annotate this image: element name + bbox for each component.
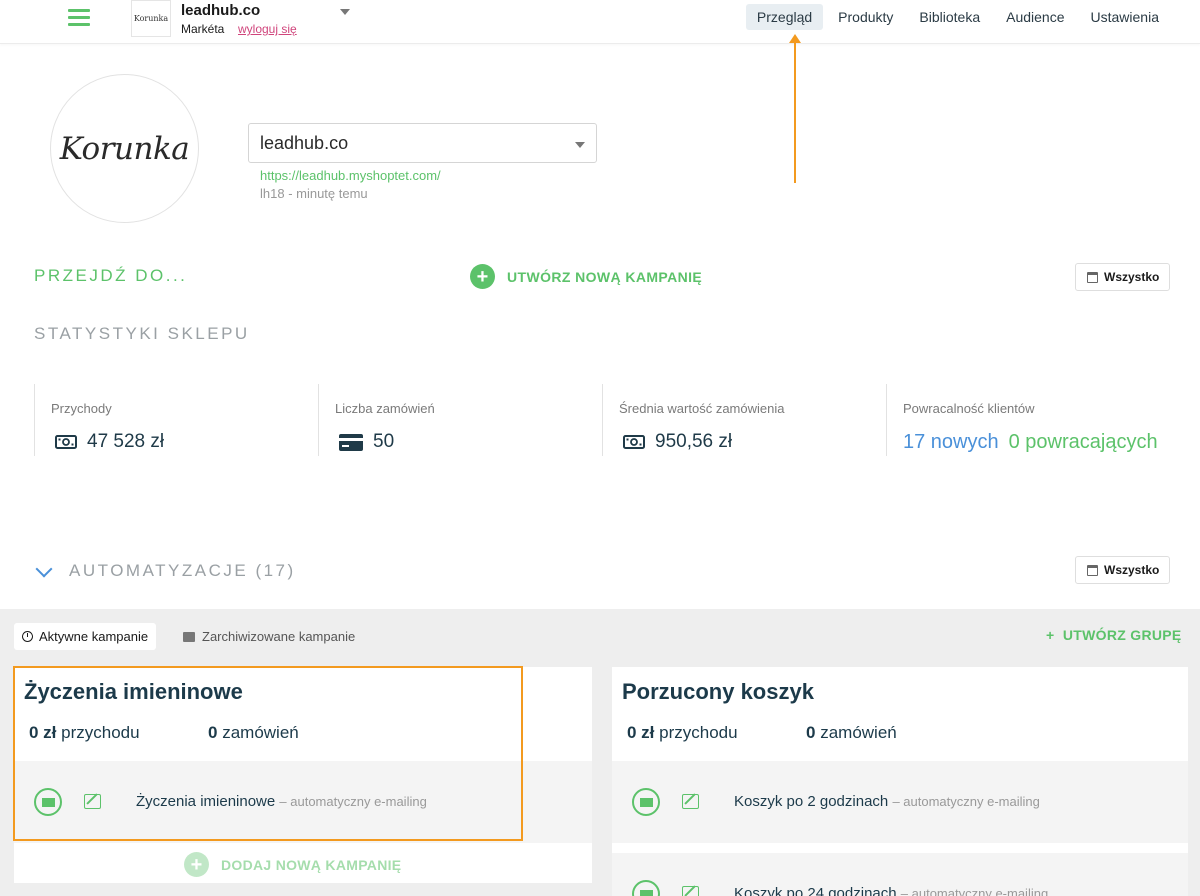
- revenue-value: 0 zł: [627, 723, 655, 742]
- logout-link[interactable]: wyloguj się: [238, 22, 297, 36]
- calendar-icon: [1087, 564, 1098, 576]
- stat-orders: Liczba zamówień 50: [318, 384, 602, 456]
- campaign-title: Koszyk po 2 godzinach: [734, 793, 889, 810]
- shop-logo-thumbnail: Korunka: [131, 0, 171, 37]
- shop-sync-status: lh18 - minutę temu: [260, 186, 368, 201]
- plus-icon: +: [1046, 627, 1063, 643]
- stat-label: Powracalność klientów: [903, 401, 1035, 416]
- create-group-button[interactable]: + UTWÓRZ GRUPĘ: [1046, 627, 1182, 643]
- shop-name: leadhub.co: [181, 2, 261, 19]
- create-campaign-button[interactable]: + UTWÓRZ NOWĄ KAMPANIĘ: [470, 264, 702, 289]
- campaign-name[interactable]: Życzenia imieninowe – automatyczny e-mai…: [136, 793, 427, 810]
- goto-menu[interactable]: PRZEJDŹ DO...: [34, 266, 187, 286]
- campaign-title: Życzenia imieninowe: [136, 793, 276, 810]
- shop-select-value: leadhub.co: [260, 133, 349, 153]
- shop-switcher-caret-icon[interactable]: [340, 9, 350, 15]
- card-title[interactable]: Porzucony koszyk: [622, 679, 814, 705]
- create-group-label: UTWÓRZ GRUPĘ: [1062, 627, 1182, 643]
- automation-card: Życzenia imieninowe 0 zł przychodu 0 zam…: [14, 667, 592, 883]
- nav-item-audience[interactable]: Audience: [995, 4, 1075, 30]
- collapse-chevron-icon[interactable]: [35, 560, 53, 578]
- archive-icon: [183, 631, 195, 642]
- add-campaign-label: DODAJ NOWĄ KAMPANIĘ: [221, 856, 402, 873]
- user-name: Markéta: [181, 22, 225, 36]
- annotation-arrow-line: [794, 40, 796, 183]
- top-navigation-bar: Korunka leadhub.co Markéta wyloguj się P…: [0, 0, 1200, 44]
- tab-label: Zarchiwizowane kampanie: [202, 629, 356, 644]
- nav-item-ustawienia[interactable]: Ustawienia: [1080, 4, 1170, 30]
- tab-archived-campaigns[interactable]: Zarchiwizowane kampanie: [175, 623, 363, 650]
- stat-label: Liczba zamówień: [335, 401, 435, 416]
- hamburger-menu-icon[interactable]: [68, 9, 90, 27]
- automation-card: Porzucony koszyk 0 zł przychodu 0 zamówi…: [612, 667, 1188, 896]
- orders-value: 0: [208, 723, 218, 742]
- stats-panel: Przychody 47 528 zł Liczba zamówień 50 Ś…: [34, 384, 1170, 456]
- orders-label: zamówień: [820, 723, 897, 742]
- card-title[interactable]: Życzenia imieninowe: [24, 679, 243, 705]
- date-filter-label: Wszystko: [1104, 270, 1160, 284]
- stat-value: 47 528 zł: [87, 431, 165, 452]
- card-revenue: 0 zł przychodu: [29, 723, 140, 743]
- plus-icon: +: [470, 264, 495, 289]
- stats-section-title: STATYSTYKI SKLEPU: [34, 324, 250, 343]
- nav-item-przeglad[interactable]: Przegląd: [745, 4, 824, 30]
- campaign-row[interactable]: Koszyk po 2 godzinach – automatyczny e-m…: [612, 761, 1188, 843]
- revenue-value: 0 zł: [29, 723, 57, 742]
- campaign-name[interactable]: Koszyk po 24 godzinach – automatyczny e-…: [734, 885, 1048, 896]
- automations-section-title: AUTOMATYZACJE (17): [69, 561, 296, 580]
- add-campaign-button[interactable]: + DODAJ NOWĄ KAMPANIĘ: [184, 852, 401, 877]
- stat-revenue: Przychody 47 528 zł: [34, 384, 318, 456]
- annotation-arrow-head-icon: [789, 34, 801, 43]
- nav-item-produkty[interactable]: Produkty: [827, 4, 904, 30]
- clock-icon: [22, 631, 33, 642]
- revenue-label: przychodu: [61, 723, 140, 742]
- edit-icon[interactable]: [84, 794, 101, 809]
- money-icon: [55, 434, 77, 450]
- chevron-down-icon: [575, 142, 585, 148]
- tab-label: Aktywne kampanie: [39, 629, 149, 644]
- card-orders: 0 zamówień: [208, 723, 299, 743]
- edit-icon[interactable]: [682, 794, 699, 809]
- orders-value: 0: [806, 723, 816, 742]
- date-filter-button[interactable]: Wszystko: [1075, 263, 1170, 291]
- stat-label: Przychody: [51, 401, 112, 416]
- stat-retention: Powracalność klientów 17 nowych 0 powrac…: [886, 384, 1170, 456]
- calendar-icon: [1087, 271, 1098, 283]
- date-filter-label: Wszystko: [1104, 563, 1160, 577]
- automations-date-filter-button[interactable]: Wszystko: [1075, 556, 1170, 584]
- edit-icon[interactable]: [682, 886, 699, 896]
- money-icon: [623, 434, 645, 450]
- main-nav: Przegląd Produkty Biblioteka Audience Us…: [742, 4, 1170, 30]
- tab-active-campaigns[interactable]: Aktywne kampanie: [14, 623, 157, 650]
- email-timer-icon[interactable]: [34, 788, 62, 816]
- credit-card-icon: [339, 433, 363, 451]
- nav-item-biblioteka[interactable]: Biblioteka: [908, 4, 991, 30]
- stat-label: Średnia wartość zamówienia: [619, 401, 785, 416]
- campaign-type: – automatyczny e-mailing: [279, 794, 427, 809]
- retention-new: 17 nowych: [903, 431, 999, 453]
- card-revenue: 0 zł przychodu: [627, 723, 738, 743]
- shop-url-link[interactable]: https://leadhub.myshoptet.com/: [260, 168, 441, 183]
- campaign-title: Koszyk po 24 godzinach: [734, 885, 897, 896]
- campaign-type: – automatyczny e-mailing: [900, 886, 1049, 896]
- stat-value: 950,56 zł: [655, 431, 733, 452]
- campaign-name[interactable]: Koszyk po 2 godzinach – automatyczny e-m…: [734, 793, 1040, 810]
- plus-icon: +: [184, 852, 209, 877]
- orders-label: zamówień: [222, 723, 299, 742]
- shop-logo: Korunka: [50, 74, 199, 223]
- stat-average-order: Średnia wartość zamówienia 950,56 zł: [602, 384, 886, 456]
- campaign-type: – automatyczny e-mailing: [892, 794, 1040, 809]
- stat-value: 50: [373, 431, 395, 452]
- shop-select[interactable]: leadhub.co: [248, 123, 597, 163]
- create-campaign-label: UTWÓRZ NOWĄ KAMPANIĘ: [507, 268, 703, 285]
- campaign-row[interactable]: Koszyk po 24 godzinach – automatyczny e-…: [612, 853, 1188, 896]
- campaign-row[interactable]: Życzenia imieninowe – automatyczny e-mai…: [14, 761, 592, 843]
- email-timer-icon[interactable]: [632, 880, 660, 896]
- revenue-label: przychodu: [659, 723, 738, 742]
- card-orders: 0 zamówień: [806, 723, 897, 743]
- email-timer-icon[interactable]: [632, 788, 660, 816]
- retention-returning: 0 powracających: [1008, 431, 1158, 453]
